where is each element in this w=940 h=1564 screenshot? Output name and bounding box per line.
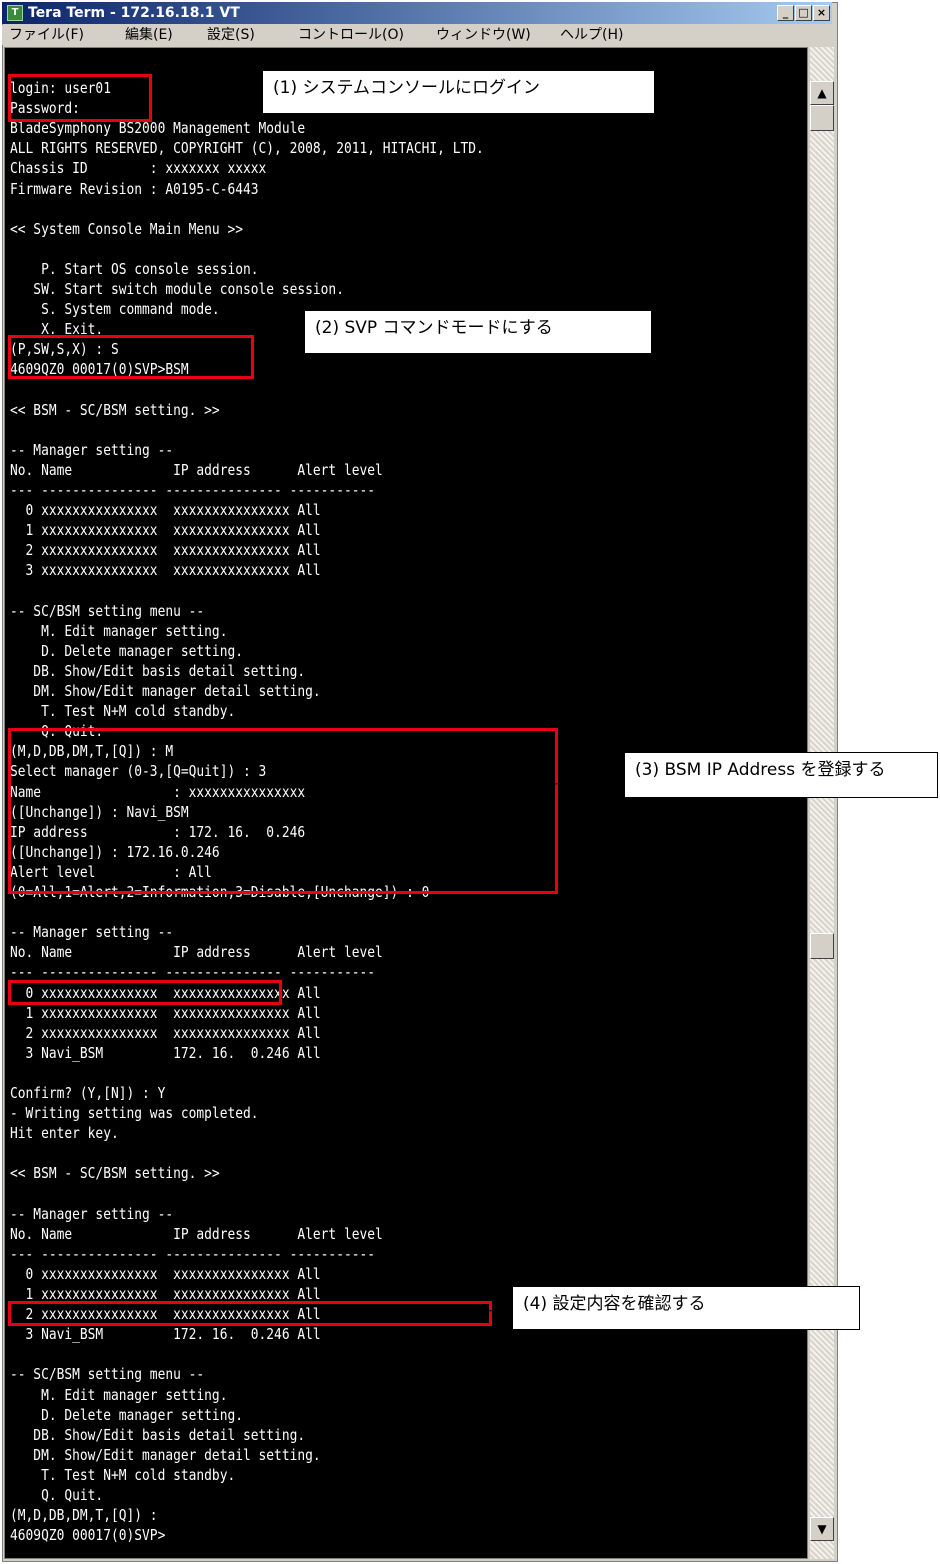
vertical-scrollbar[interactable]: ▲ ▼ bbox=[810, 47, 834, 1559]
terminal-line: D. Delete manager setting. bbox=[10, 1405, 244, 1424]
terminal-line: 1 xxxxxxxxxxxxxxx xxxxxxxxxxxxxxx All bbox=[10, 1003, 321, 1022]
menu-edit[interactable]: 編集(E) bbox=[125, 26, 173, 44]
terminal-line: -- Manager setting -- bbox=[10, 440, 174, 459]
scroll-down-button[interactable]: ▼ bbox=[810, 1517, 834, 1541]
terminal-line: -- SC/BSM setting menu -- bbox=[10, 1365, 205, 1384]
terminal-line: -- SC/BSM setting menu -- bbox=[10, 601, 205, 620]
terminal-line: 3 Navi_BSM 172. 16. 0.246 All bbox=[10, 1325, 321, 1344]
terminal-line: (M,D,DB,DM,T,[Q]) : bbox=[10, 1506, 158, 1525]
scroll-up-button[interactable]: ▲ bbox=[810, 81, 834, 105]
highlight-verify-row bbox=[8, 1301, 492, 1326]
terminal-line: ALL RIGHTS RESERVED, COPYRIGHT (C), 2008… bbox=[10, 139, 484, 158]
callout-verify: (4) 設定内容を確認する bbox=[512, 1286, 860, 1330]
terminal-line: No. Name IP address Alert level bbox=[10, 460, 383, 479]
maximize-button[interactable]: □ bbox=[795, 5, 812, 21]
tera-term-icon[interactable]: T bbox=[7, 5, 23, 21]
minimize-button[interactable]: _ bbox=[777, 5, 794, 21]
terminal-line: T. Test N+M cold standby. bbox=[10, 702, 236, 721]
callout-svp-mode: (2) SVP コマンドモードにする bbox=[304, 310, 652, 354]
terminal-line: 0 xxxxxxxxxxxxxxx xxxxxxxxxxxxxxx All bbox=[10, 1264, 321, 1283]
highlight-login bbox=[8, 74, 152, 122]
scroll-up-arrow-icon: ▲ bbox=[817, 86, 827, 100]
terminal-line: Confirm? (Y,[N]) : Y bbox=[10, 1084, 166, 1102]
menu-file[interactable]: ファイル(F) bbox=[9, 26, 84, 44]
menu-window[interactable]: ウィンドウ(W) bbox=[436, 26, 531, 44]
highlight-svp-mode bbox=[8, 335, 254, 379]
terminal-line: Q. Quit. bbox=[10, 1486, 104, 1504]
terminal-line: << BSM - SC/BSM setting. >> bbox=[10, 400, 220, 419]
highlight-confirm bbox=[8, 980, 282, 1005]
scroll-down-arrow-icon: ▼ bbox=[817, 1522, 827, 1536]
terminal-line: 0 xxxxxxxxxxxxxxx xxxxxxxxxxxxxxx All bbox=[10, 501, 321, 520]
terminal-line: Chassis ID : xxxxxxx xxxxx bbox=[10, 159, 267, 178]
terminal-line: 3 Navi_BSM 172. 16. 0.246 All bbox=[10, 1043, 321, 1062]
scrollbar-top-thumb[interactable] bbox=[810, 105, 834, 131]
terminal-line: << BSM - SC/BSM setting. >> bbox=[10, 1164, 220, 1183]
menu-bar: ファイル(F) 編集(E) 設定(S) コントロール(O) ウィンドウ(W) ヘ… bbox=[2, 25, 832, 45]
callout-login: (1) システムコンソールにログイン bbox=[262, 70, 655, 114]
terminal-line: Firmware Revision : A0195-C-6443 bbox=[10, 179, 259, 198]
terminal-line: 4609QZ0 00017(0)SVP> bbox=[10, 1526, 166, 1545]
highlight-bsm-register bbox=[8, 728, 558, 894]
terminal-line: S. System command mode. bbox=[10, 300, 220, 319]
terminal-line: -- Manager setting -- bbox=[10, 923, 174, 942]
maximize-icon: □ bbox=[798, 6, 809, 19]
title-bar[interactable]: T Tera Term - 172.16.18.1 VT _ □ × bbox=[2, 2, 832, 24]
terminal-line: --- --------------- --------------- ----… bbox=[10, 1244, 376, 1263]
terminal-line: 2 xxxxxxxxxxxxxxx xxxxxxxxxxxxxxx All bbox=[10, 541, 321, 560]
terminal-line: M. Edit manager setting. bbox=[10, 1385, 228, 1404]
terminal-line: DB. Show/Edit basis detail setting. bbox=[10, 661, 306, 680]
terminal-line: SW. Start switch module console session. bbox=[10, 280, 344, 298]
terminal-line: Hit enter key. bbox=[10, 1124, 119, 1143]
close-icon: × bbox=[816, 6, 827, 19]
terminal-line: 3 xxxxxxxxxxxxxxx xxxxxxxxxxxxxxx All bbox=[10, 561, 321, 580]
menu-help[interactable]: ヘルプ(H) bbox=[560, 26, 623, 44]
menu-control[interactable]: コントロール(O) bbox=[298, 26, 404, 44]
close-button[interactable]: × bbox=[813, 5, 830, 21]
terminal-line: - Writing setting was completed. bbox=[10, 1104, 259, 1123]
terminal-line: << System Console Main Menu >> bbox=[10, 219, 244, 238]
scroll-thumb[interactable] bbox=[810, 933, 834, 959]
terminal-line: --- --------------- --------------- ----… bbox=[10, 481, 376, 499]
callout-bsm-register: (3) BSM IP Address を登録する bbox=[624, 752, 938, 798]
minimize-icon: _ bbox=[782, 6, 789, 19]
terminal-line: No. Name IP address Alert level bbox=[10, 943, 383, 962]
menu-settings[interactable]: 設定(S) bbox=[207, 26, 255, 44]
terminal-line: DB. Show/Edit basis detail setting. bbox=[10, 1425, 306, 1444]
terminal-line: DM. Show/Edit manager detail setting. bbox=[10, 1445, 321, 1464]
terminal-line: 2 xxxxxxxxxxxxxxx xxxxxxxxxxxxxxx All bbox=[10, 1023, 321, 1042]
terminal-line: P. Start OS console session. bbox=[10, 259, 259, 278]
terminal-line: -- Manager setting -- bbox=[10, 1204, 174, 1223]
window-title: Tera Term - 172.16.18.1 VT bbox=[28, 5, 240, 21]
terminal-line: D. Delete manager setting. bbox=[10, 641, 244, 660]
terminal-line: M. Edit manager setting. bbox=[10, 621, 228, 640]
terminal-line: T. Test N+M cold standby. bbox=[10, 1465, 236, 1484]
terminal-line: DM. Show/Edit manager detail setting. bbox=[10, 682, 321, 700]
terminal-line: 1 xxxxxxxxxxxxxxx xxxxxxxxxxxxxxx All bbox=[10, 521, 321, 540]
terminal-line: No. Name IP address Alert level bbox=[10, 1224, 383, 1243]
